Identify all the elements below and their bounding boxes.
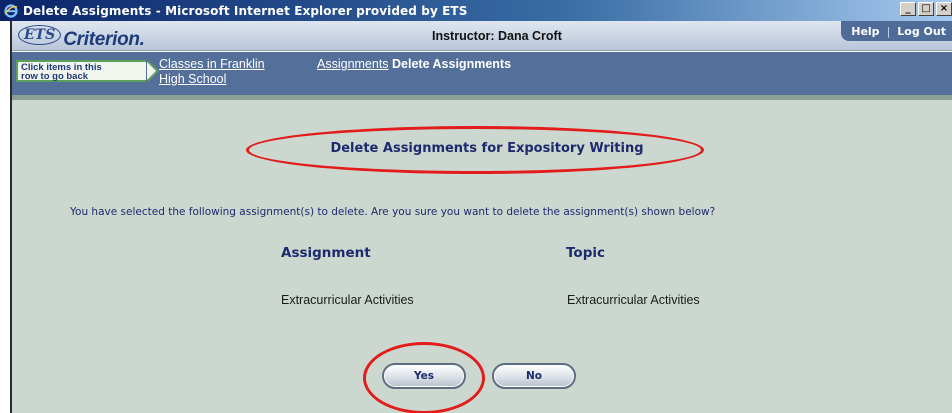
topic-cell: Extracurricular Activities	[567, 293, 700, 307]
help-link[interactable]: Help	[851, 25, 879, 38]
link-separator: |	[886, 24, 891, 38]
maximize-icon[interactable]: □	[918, 2, 934, 16]
breadcrumb-assignments-link[interactable]: Assignments	[317, 57, 389, 72]
yes-highlight-oval	[363, 342, 485, 413]
instructor-name: Instructor: Dana Croft	[432, 29, 562, 43]
breadcrumb-classes-line2[interactable]: High School	[159, 72, 265, 87]
internet-explorer-icon	[3, 3, 19, 19]
window-title-bar: Delete Assigments - Microsoft Internet E…	[0, 0, 952, 21]
breadcrumb-hint-line2: row to go back	[21, 71, 89, 82]
top-links: Help | Log Out	[841, 21, 952, 41]
breadcrumb-hint: Click items in this row to go back	[16, 60, 159, 82]
criterion-logo: ETS Criterion.	[18, 23, 145, 51]
ets-logo-badge: ETS	[18, 25, 62, 45]
main-content: Delete Assignments for Expository Writin…	[12, 95, 952, 413]
breadcrumb-classes-line1[interactable]: Classes in Franklin	[159, 57, 265, 72]
no-button[interactable]: No	[492, 363, 576, 389]
brand-name: Criterion.	[63, 29, 145, 50]
logout-link[interactable]: Log Out	[897, 25, 946, 38]
assignment-column-header: Assignment	[281, 245, 371, 261]
window-title: Delete Assigments - Microsoft Internet E…	[23, 3, 468, 18]
topic-column-header: Topic	[566, 245, 605, 261]
content-divider	[12, 95, 952, 100]
close-icon[interactable]: ×	[936, 2, 952, 16]
confirmation-question: You have selected the following assignme…	[70, 206, 716, 218]
breadcrumb-current: Delete Assignments	[392, 57, 512, 71]
breadcrumb: Click items in this row to go back Class…	[12, 52, 952, 95]
assignment-cell: Extracurricular Activities	[281, 293, 414, 307]
app-header: ETS Criterion. Instructor: Dana Croft He…	[12, 21, 952, 51]
title-highlight-oval	[246, 126, 704, 174]
breadcrumb-classes-link[interactable]: Classes in Franklin High School	[159, 57, 265, 87]
app-frame: ETS Criterion. Instructor: Dana Croft He…	[10, 21, 952, 413]
minimize-icon[interactable]: _	[900, 2, 916, 16]
